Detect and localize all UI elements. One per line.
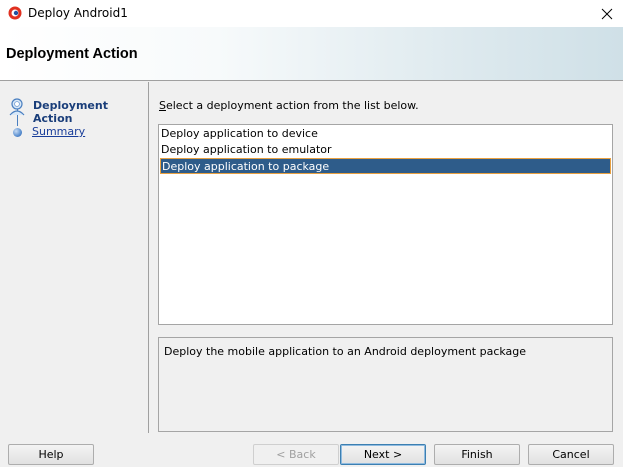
title-bar: Deploy Android1: [0, 0, 623, 27]
close-icon: [601, 8, 613, 19]
prompt-mnemonic: S: [159, 99, 166, 112]
header-banner: Deployment Action: [0, 27, 623, 81]
user-step-icon: [9, 98, 25, 116]
list-item-deploy-package[interactable]: Deploy application to package: [160, 158, 611, 174]
app-logo-icon: [8, 6, 22, 20]
list-item-deploy-emulator[interactable]: Deploy application to emulator: [160, 142, 611, 158]
help-button[interactable]: Help: [8, 444, 94, 465]
deployment-action-list[interactable]: Deploy application to device Deploy appl…: [158, 124, 613, 325]
instruction-text: Select a deployment action from the list…: [159, 99, 419, 112]
prompt-rest: elect a deployment action from the list …: [165, 99, 419, 112]
action-description: Deploy the mobile application to an Andr…: [164, 345, 527, 358]
cancel-button[interactable]: Cancel: [528, 444, 614, 465]
page-title: Deployment Action: [6, 46, 138, 62]
nav-item-deployment-action[interactable]: Deployment Action: [0, 96, 148, 125]
nav-item-label[interactable]: Summary: [32, 125, 85, 138]
action-description-box: Deploy the mobile application to an Andr…: [158, 337, 613, 432]
finish-button-label: Finish: [461, 448, 493, 461]
deploy-dialog: Deploy Android1 Deployment Action Deploy…: [0, 0, 623, 467]
step-dot-icon: [13, 128, 22, 137]
cancel-button-label: Cancel: [552, 448, 590, 461]
next-button-label: Next >: [363, 448, 403, 461]
step-navigation: Deployment Action Summary: [0, 82, 149, 433]
help-button-label: Help: [38, 448, 64, 461]
back-button[interactable]: < Back: [253, 444, 339, 465]
window-title: Deploy Android1: [28, 6, 128, 20]
list-item-deploy-device[interactable]: Deploy application to device: [160, 126, 611, 142]
next-button[interactable]: Next >: [340, 444, 426, 465]
finish-button[interactable]: Finish: [434, 444, 520, 465]
nav-item-summary[interactable]: Summary: [0, 122, 148, 140]
back-button-label: < Back: [276, 448, 316, 461]
close-button[interactable]: [591, 0, 623, 27]
